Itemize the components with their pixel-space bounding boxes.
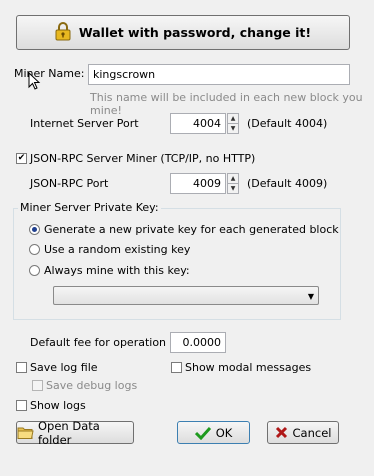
open-data-folder-button[interactable]: Open Data folder [16,418,134,447]
miner-name-input[interactable]: kingscrown [88,64,350,85]
radio-random-existing-key-label[interactable]: Use a random existing key [44,243,190,256]
jsonrpc-checkbox[interactable]: ✔ [16,153,27,164]
chevron-down-icon: ▼ [307,292,314,301]
radio-generate-new-key[interactable] [29,224,40,235]
ok-label: OK [215,425,233,440]
jsonrpc-port-label: JSON-RPC Port [30,177,109,190]
server-port-label: Internet Server Port [30,117,139,130]
radio-random-existing-key[interactable] [29,244,40,255]
spin-up-icon[interactable]: ▲ [228,174,238,183]
radio-always-mine-key[interactable] [29,265,40,276]
server-port-spinner[interactable]: ▲ ▼ [227,113,239,134]
server-port-default: (Default 4004) [247,117,328,130]
open-data-folder-label: Open Data folder [38,418,100,447]
save-debug-label: Save debug logs [46,379,138,392]
save-log-checkbox[interactable] [16,362,27,373]
checkmark-icon: ✔ [17,153,26,163]
private-key-select[interactable]: ▼ [53,286,319,305]
show-logs-label[interactable]: Show logs [30,399,86,412]
spin-down-icon[interactable]: ▼ [228,183,238,193]
cancel-button[interactable]: Cancel [267,421,339,444]
checkmark-icon [194,426,211,440]
ok-button[interactable]: OK [177,421,250,444]
folder-icon [17,426,34,440]
wallet-password-button[interactable]: Wallet with password, change it! [16,15,350,50]
padlock-icon [55,21,71,44]
jsonrpc-port-spinner[interactable]: ▲ ▼ [227,173,239,194]
show-modal-label[interactable]: Show modal messages [185,361,311,374]
radio-generate-new-key-label[interactable]: Generate a new private key for each gene… [44,223,339,236]
private-key-group-title: Miner Server Private Key: [18,201,161,214]
jsonrpc-port-default: (Default 4009) [247,177,328,190]
wallet-button-label: Wallet with password, change it! [78,25,312,40]
spin-down-icon[interactable]: ▼ [228,123,238,133]
default-fee-label: Default fee for operation [30,336,167,349]
radio-always-mine-key-label[interactable]: Always mine with this key: [44,264,190,277]
miner-name-label: Miner Name: [14,67,85,80]
save-debug-checkbox [32,380,43,391]
close-icon [275,426,288,439]
jsonrpc-checkbox-label[interactable]: JSON-RPC Server Miner (TCP/IP, no HTTP) [30,152,255,165]
spin-up-icon[interactable]: ▲ [228,114,238,123]
show-logs-checkbox[interactable] [16,400,27,411]
save-log-label[interactable]: Save log file [30,361,98,374]
mouse-cursor-icon [28,71,41,94]
cancel-label: Cancel [292,425,332,440]
jsonrpc-port-input[interactable]: 4009 [170,173,226,194]
show-modal-checkbox[interactable] [171,362,182,373]
default-fee-input[interactable]: 0.0000 [170,332,226,353]
server-port-input[interactable]: 4004 [170,113,226,134]
